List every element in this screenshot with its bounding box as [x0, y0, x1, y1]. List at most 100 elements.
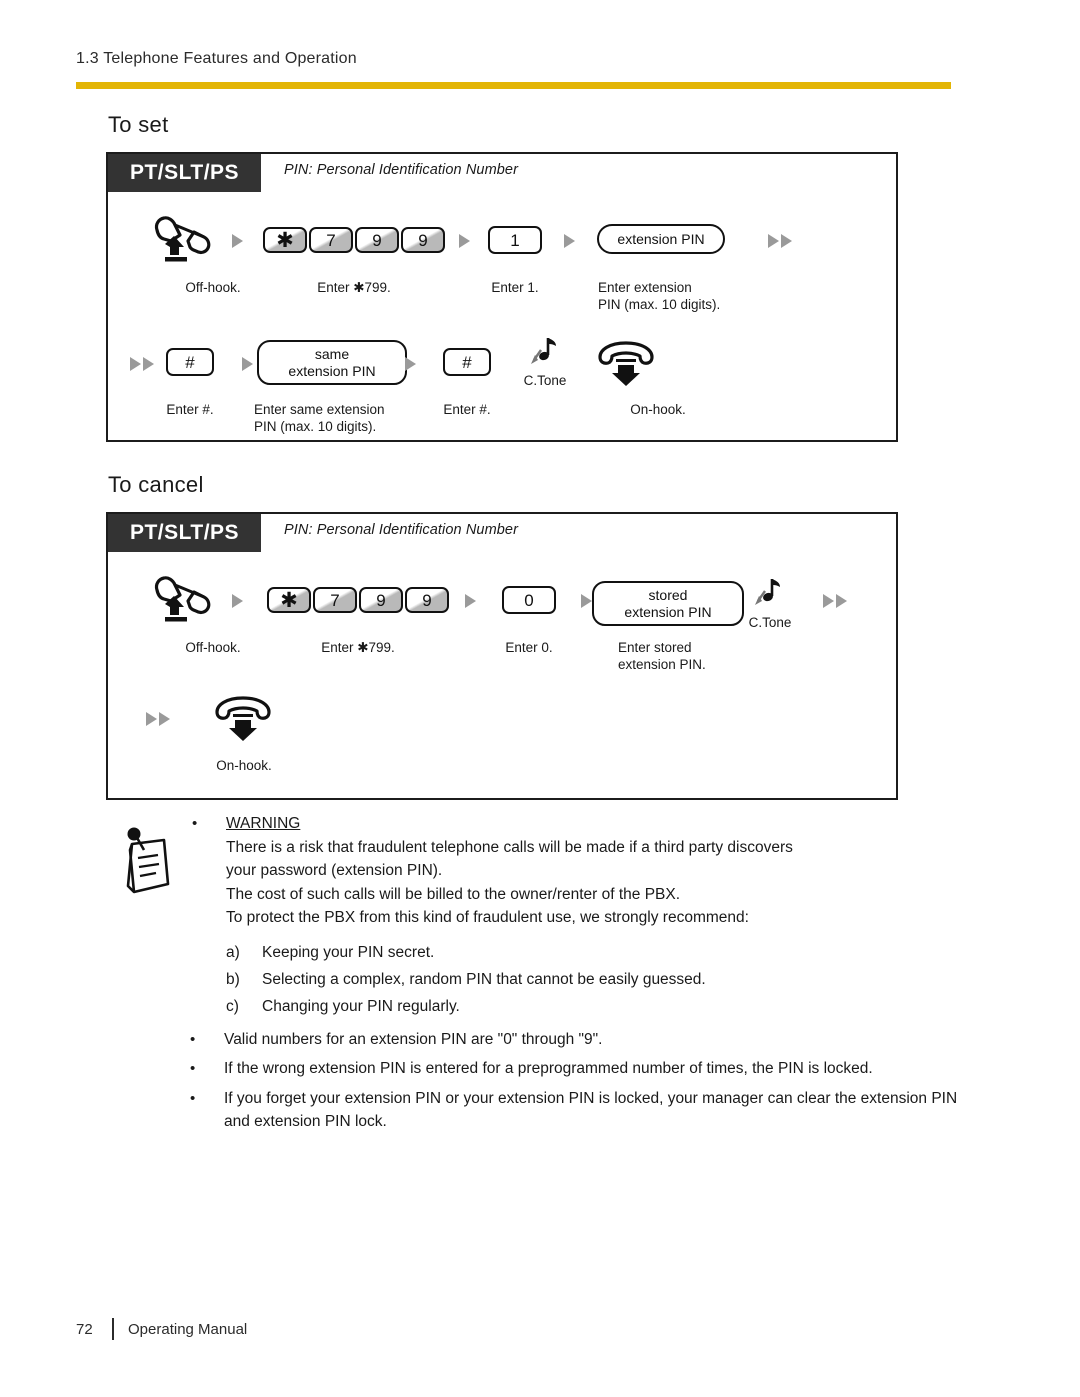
flow-arrow-icon [405, 357, 416, 371]
page-footer: 72 Operating Manual [76, 1318, 247, 1340]
note-text: If you forget your extension PIN or your… [224, 1089, 958, 1131]
enter-hash-caption-1: Enter #. [166, 402, 214, 417]
confirmation-tone-icon [752, 577, 784, 616]
additional-notes-list: • Valid numbers for an extension PIN are… [190, 1028, 958, 1134]
note-bullet: • [190, 1060, 196, 1077]
stored-extension-pin-caption: Enter stored extension PIN. [618, 640, 706, 672]
flow-arrow-icon [581, 594, 592, 608]
flow-arrow-icon [465, 594, 476, 608]
key-9b[interactable]: 9 [405, 587, 449, 613]
flow-arrow-double-icon [130, 356, 154, 371]
keypad-caption: Enter ✱799. [321, 640, 395, 655]
breadcrumb: 1.3 Telephone Features and Operation [76, 50, 357, 67]
key-hash-2[interactable]: # [443, 348, 491, 376]
keypad-caption: Enter ✱799. [317, 280, 391, 295]
stored-pin-line-2: extension PIN [624, 603, 712, 620]
list-item: a) Keeping your PIN secret. [226, 939, 958, 966]
list-item: • If the wrong extension PIN is entered … [190, 1057, 958, 1081]
list-item: • Valid numbers for an extension PIN are… [190, 1028, 958, 1052]
list-item: b) Selecting a complex, random PIN that … [226, 966, 958, 993]
offhook-caption: Off-hook. [185, 280, 241, 295]
warning-paragraph-1: There is a risk that fraudulent telephon… [226, 838, 793, 856]
note-bullet: • [190, 1030, 196, 1048]
note-bullet: • [190, 1089, 196, 1107]
key-7[interactable]: 7 [309, 227, 353, 253]
enter-one-caption: Enter 1. [491, 280, 539, 295]
footer-divider [112, 1318, 114, 1340]
key-7[interactable]: 7 [313, 587, 357, 613]
offhook-handset-icon [147, 572, 213, 629]
onhook-caption: On-hook. [630, 402, 686, 417]
list-item-text: Changing your PIN regularly. [262, 997, 460, 1015]
key-1[interactable]: 1 [488, 226, 542, 254]
page-number: 72 [76, 1320, 93, 1338]
flow-arrow-icon [232, 594, 243, 608]
confirmation-tone-label: C.Tone [523, 373, 567, 388]
warning-paragraph-3: The cost of such calls will be billed to… [226, 885, 681, 903]
extension-pin-pill[interactable]: extension PIN [597, 224, 725, 254]
key-9a[interactable]: 9 [359, 587, 403, 613]
list-item-label: c) [226, 997, 239, 1015]
key-hash-1[interactable]: # [166, 348, 214, 376]
warning-recommendation-list: a) Keeping your PIN secret. b) Selecting… [226, 939, 958, 1020]
keypad-hash-1[interactable]: # [166, 348, 214, 376]
document-title: Operating Manual [128, 1320, 248, 1338]
list-item-label: b) [226, 970, 240, 988]
key-9b[interactable]: 9 [401, 227, 445, 253]
flow-arrow-double-icon [768, 233, 792, 248]
flow-arrow-double-icon [823, 593, 847, 608]
warning-bullet: • [192, 815, 198, 832]
keypad-star799[interactable]: ✱ 7 9 9 [267, 587, 449, 613]
same-extension-pin-caption: Enter same extension PIN (max. 10 digits… [254, 402, 385, 434]
stored-extension-pin-pill[interactable]: stored extension PIN [592, 581, 744, 626]
same-pin-line-1: same [314, 345, 350, 362]
warning-paragraph-4: To protect the PBX from this kind of fra… [226, 909, 749, 926]
keypad-zero[interactable]: 0 [502, 586, 556, 614]
keypad-hash-2[interactable]: # [443, 348, 491, 376]
confirmation-tone-icon [528, 336, 560, 375]
flow-arrow-icon [232, 234, 243, 248]
warning-title: WARNING [226, 815, 301, 832]
offhook-handset-icon [147, 212, 213, 269]
same-pin-line-2: extension PIN [288, 362, 376, 379]
stored-pin-line-1: stored [648, 586, 688, 603]
memo-note-icon [118, 812, 192, 1020]
keypad-one[interactable]: 1 [488, 226, 542, 254]
flow-arrow-icon [459, 234, 470, 248]
same-extension-pin-pill[interactable]: same extension PIN [257, 340, 407, 385]
list-item-text: Selecting a complex, random PIN that can… [262, 970, 706, 988]
warning-note-block: • WARNING There is a risk that fraudulen… [118, 812, 958, 1134]
pin-legend: PIN: Personal Identification Number [284, 162, 518, 178]
list-item-text: Keeping your PIN secret. [262, 943, 435, 961]
device-type-tab: PT/SLT/PS [108, 154, 261, 192]
keypad-star799[interactable]: ✱ 7 9 9 [263, 227, 445, 253]
flow-arrow-double-icon [146, 711, 170, 726]
list-item: c) Changing your PIN regularly. [226, 993, 958, 1020]
flow-arrow-icon [564, 234, 575, 248]
note-text: Valid numbers for an extension PIN are "… [224, 1030, 603, 1048]
onhook-caption: On-hook. [216, 758, 272, 773]
confirmation-tone-label: C.Tone [748, 615, 792, 630]
flow-arrow-icon [242, 357, 253, 371]
diagram-to-cancel: PT/SLT/PS PIN: Personal Identification N… [106, 512, 898, 800]
key-0[interactable]: 0 [502, 586, 556, 614]
offhook-caption: Off-hook. [185, 640, 241, 655]
warning-paragraph-2: your password (extension PIN). [226, 862, 443, 879]
enter-zero-caption: Enter 0. [505, 640, 553, 655]
key-star[interactable]: ✱ [267, 587, 311, 613]
list-item: • If you forget your extension PIN or yo… [190, 1087, 958, 1134]
device-type-tab: PT/SLT/PS [108, 514, 261, 552]
key-star[interactable]: ✱ [263, 227, 307, 253]
pin-legend: PIN: Personal Identification Number [284, 522, 518, 538]
extension-pin-caption: Enter extension PIN (max. 10 digits). [598, 280, 721, 312]
header-rule [76, 82, 951, 89]
onhook-handset-icon [211, 692, 275, 749]
key-9a[interactable]: 9 [355, 227, 399, 253]
page-title-to-set: To set [108, 112, 169, 137]
enter-hash-caption-2: Enter #. [443, 402, 491, 417]
page-title-to-cancel: To cancel [108, 472, 204, 497]
onhook-handset-icon [594, 337, 658, 394]
diagram-to-set: PT/SLT/PS PIN: Personal Identification N… [106, 152, 898, 442]
list-item-label: a) [226, 943, 240, 961]
note-text: If the wrong extension PIN is entered fo… [224, 1060, 873, 1077]
